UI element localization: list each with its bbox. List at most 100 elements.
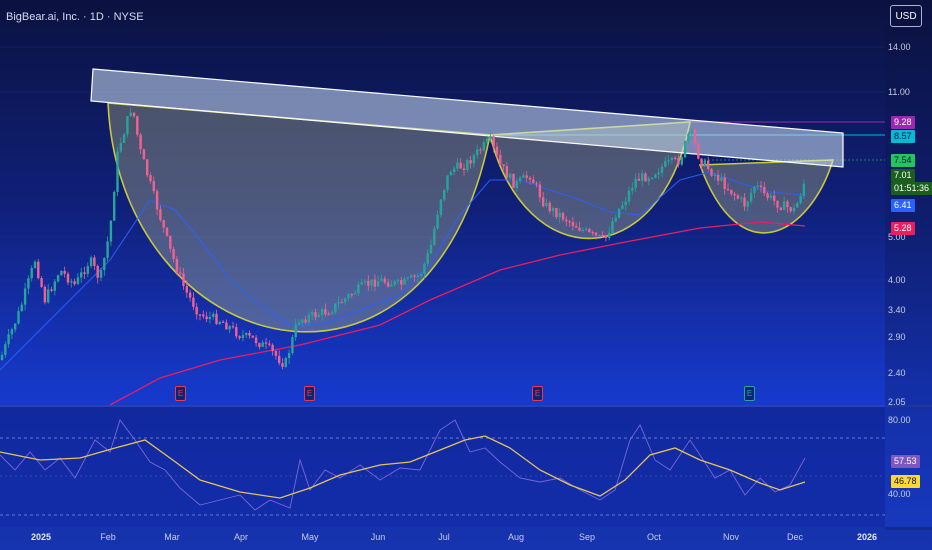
candle-body[interactable] bbox=[525, 175, 528, 178]
candle-body[interactable] bbox=[710, 168, 713, 176]
candle-body[interactable] bbox=[799, 195, 802, 203]
candle-body[interactable] bbox=[419, 273, 423, 276]
candle-body[interactable] bbox=[83, 272, 86, 274]
candle-body[interactable] bbox=[304, 319, 307, 323]
candle-body[interactable] bbox=[627, 190, 631, 202]
candle-body[interactable] bbox=[512, 173, 515, 188]
candle-body[interactable] bbox=[604, 235, 608, 238]
candle-body[interactable] bbox=[4, 344, 7, 355]
candle-body[interactable] bbox=[274, 351, 278, 356]
candle-body[interactable] bbox=[278, 355, 281, 364]
candle-body[interactable] bbox=[287, 353, 291, 359]
candle-body[interactable] bbox=[20, 304, 23, 312]
candle-body[interactable] bbox=[324, 309, 327, 315]
candle-body[interactable] bbox=[373, 279, 377, 287]
candle-body[interactable] bbox=[27, 278, 30, 289]
candle-body[interactable] bbox=[476, 149, 479, 156]
candle-body[interactable] bbox=[439, 199, 443, 215]
candle-body[interactable] bbox=[462, 168, 466, 170]
candle-body[interactable] bbox=[119, 142, 122, 152]
candle-body[interactable] bbox=[165, 227, 169, 236]
candle-body[interactable] bbox=[429, 244, 433, 254]
candle-body[interactable] bbox=[96, 265, 99, 278]
candle-body[interactable] bbox=[268, 343, 271, 345]
candle-body[interactable] bbox=[235, 327, 238, 337]
candle-body[interactable] bbox=[779, 207, 782, 211]
candle-body[interactable] bbox=[383, 278, 386, 283]
candle-body[interactable] bbox=[647, 178, 650, 182]
candle-body[interactable] bbox=[650, 177, 654, 179]
candle-body[interactable] bbox=[0, 354, 4, 360]
candle-body[interactable] bbox=[152, 181, 155, 192]
candle-body[interactable] bbox=[393, 281, 396, 285]
candle-body[interactable] bbox=[789, 207, 792, 212]
candle-body[interactable] bbox=[601, 234, 604, 237]
candle-body[interactable] bbox=[720, 177, 723, 181]
candle-body[interactable] bbox=[740, 197, 743, 199]
chart-canvas[interactable] bbox=[0, 0, 932, 550]
candle-body[interactable] bbox=[254, 337, 258, 344]
candle-body[interactable] bbox=[509, 173, 512, 178]
candle-body[interactable] bbox=[146, 159, 149, 176]
candle-body[interactable] bbox=[241, 335, 245, 339]
candle-body[interactable] bbox=[377, 281, 380, 287]
candle-body[interactable] bbox=[505, 166, 509, 178]
candle-body[interactable] bbox=[561, 212, 565, 220]
candle-body[interactable] bbox=[301, 319, 304, 323]
candle-body[interactable] bbox=[99, 270, 103, 278]
candle-body[interactable] bbox=[664, 160, 667, 167]
candle-body[interactable] bbox=[433, 228, 436, 245]
candle-body[interactable] bbox=[565, 219, 568, 222]
candle-body[interactable] bbox=[687, 133, 690, 141]
candle-body[interactable] bbox=[70, 281, 73, 283]
candle-body[interactable] bbox=[192, 297, 195, 307]
candle-body[interactable] bbox=[228, 326, 231, 330]
candle-body[interactable] bbox=[116, 151, 119, 192]
candle-body[interactable] bbox=[205, 316, 208, 320]
candle-body[interactable] bbox=[50, 289, 53, 291]
candle-body[interactable] bbox=[555, 207, 558, 218]
candle-body[interactable] bbox=[231, 326, 235, 328]
big-cup-shape[interactable] bbox=[107, 102, 491, 333]
candle-body[interactable] bbox=[548, 202, 551, 212]
candle-body[interactable] bbox=[86, 266, 89, 274]
candle-body[interactable] bbox=[413, 275, 416, 277]
candle-body[interactable] bbox=[631, 187, 634, 191]
candle-body[interactable] bbox=[182, 273, 185, 286]
candle-body[interactable] bbox=[746, 201, 749, 207]
candle-body[interactable] bbox=[736, 195, 740, 199]
earnings-marker-upcoming[interactable]: E bbox=[744, 386, 755, 401]
candle-body[interactable] bbox=[264, 342, 268, 344]
candle-body[interactable] bbox=[179, 272, 182, 274]
candle-body[interactable] bbox=[221, 321, 225, 323]
candle-body[interactable] bbox=[7, 334, 10, 345]
candle-body[interactable] bbox=[452, 168, 456, 172]
candle-body[interactable] bbox=[248, 332, 251, 336]
candle-body[interactable] bbox=[155, 191, 159, 210]
candle-body[interactable] bbox=[80, 272, 83, 278]
candle-body[interactable] bbox=[10, 329, 14, 335]
candle-body[interactable] bbox=[66, 273, 70, 283]
candle-body[interactable] bbox=[713, 174, 716, 177]
candle-body[interactable] bbox=[251, 335, 254, 338]
candle-body[interactable] bbox=[363, 280, 367, 283]
candle-body[interactable] bbox=[769, 195, 773, 198]
candle-body[interactable] bbox=[693, 130, 697, 144]
candle-body[interactable] bbox=[472, 155, 476, 164]
candle-body[interactable] bbox=[624, 201, 627, 206]
candle-body[interactable] bbox=[327, 314, 330, 316]
candle-body[interactable] bbox=[370, 279, 373, 286]
candle-body[interactable] bbox=[802, 183, 806, 196]
candle-body[interactable] bbox=[396, 280, 400, 282]
candle-body[interactable] bbox=[132, 112, 136, 117]
candle-body[interactable] bbox=[707, 160, 710, 169]
candle-body[interactable] bbox=[499, 154, 502, 165]
candle-body[interactable] bbox=[670, 157, 674, 161]
candle-body[interactable] bbox=[588, 228, 591, 233]
candle-body[interactable] bbox=[334, 303, 337, 313]
candle-body[interactable] bbox=[17, 311, 20, 324]
candle-body[interactable] bbox=[703, 160, 707, 167]
candle-body[interactable] bbox=[763, 186, 766, 194]
candle-body[interactable] bbox=[406, 277, 410, 279]
candle-body[interactable] bbox=[680, 157, 683, 165]
